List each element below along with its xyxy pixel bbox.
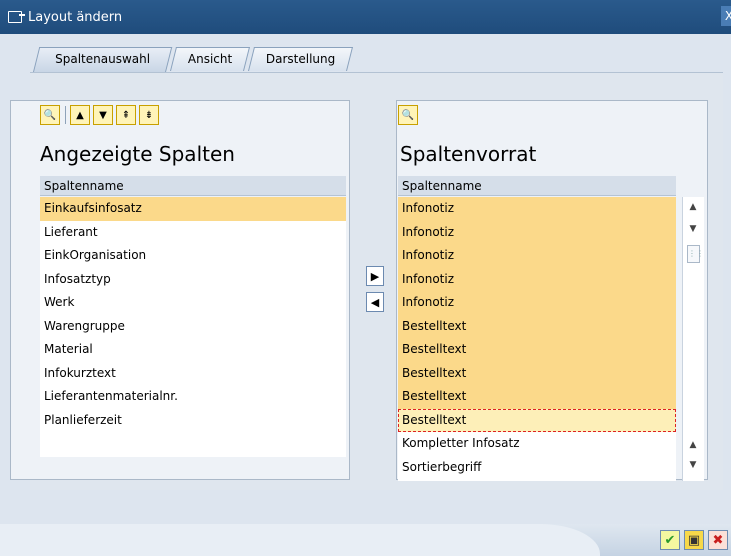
dialog-footer [0, 524, 731, 556]
column-set-list: Infonotiz Infonotiz Infonotiz Infonotiz Info… [398, 197, 676, 481]
list-item[interactable]: Infokurztext [40, 362, 346, 386]
scroll-down-icon[interactable]: ▼ [687, 223, 699, 235]
list-item[interactable]: Lieferantenmaterialnr. [40, 385, 346, 409]
left-column-header: Spaltenname [40, 176, 346, 196]
list-item[interactable]: Bestelltext [398, 408, 676, 432]
list-item[interactable]: Infosatztyp [40, 268, 346, 292]
window-titlebar: Layout ändern X [0, 0, 731, 34]
list-item[interactable]: Werk [40, 291, 346, 315]
save-icon[interactable]: ▣ [684, 530, 704, 550]
move-bottom-icon[interactable]: ⇟ [139, 105, 159, 125]
list-item[interactable]: EinkOrganisation [40, 244, 346, 268]
list-item[interactable]: Infonotiz [398, 197, 676, 221]
move-left-button[interactable]: ◀ [366, 292, 384, 312]
list-item[interactable]: Einkaufsinfosatz [40, 197, 346, 221]
list-item[interactable]: Lieferant [40, 221, 346, 245]
right-column-header: Spaltenname [398, 176, 676, 196]
right-toolbar: 🔍 [398, 104, 421, 126]
list-item[interactable]: Sortierbegriff [398, 456, 676, 480]
move-up-icon[interactable]: ▲ [70, 105, 90, 125]
displayed-columns-list: Einkaufsinfosatz Lieferant EinkOrganisatio… [40, 197, 346, 457]
close-button[interactable]: X [721, 6, 731, 26]
footer-wave [0, 524, 600, 556]
list-item[interactable]: Bestelltext [398, 314, 676, 338]
move-right-button[interactable]: ▶ [366, 266, 384, 286]
list-item[interactable]: Bestelltext [398, 385, 676, 409]
column-set-heading: Spaltenvorrat [400, 142, 537, 166]
scroll-up-icon[interactable]: ▲ [687, 201, 699, 213]
list-item[interactable]: Bestelltext [398, 338, 676, 362]
scroll-up-icon[interactable]: ▲ [687, 439, 699, 451]
confirm-icon[interactable]: ✔ [660, 530, 680, 550]
move-down-icon[interactable]: ▼ [93, 105, 113, 125]
list-item[interactable]: Material [40, 338, 346, 362]
scroll-down-icon[interactable]: ▼ [687, 459, 699, 471]
list-item[interactable]: Infonotiz [398, 267, 676, 291]
window-title: Layout ändern [28, 9, 123, 25]
tab-strip: Spaltenauswahl Ansicht Darstellung [32, 47, 355, 73]
list-item[interactable]: Infonotiz [398, 244, 676, 268]
tab-darstellung[interactable]: Darstellung [248, 47, 354, 71]
find-icon[interactable]: 🔍 [40, 105, 60, 125]
tab-spaltenauswahl[interactable]: Spaltenauswahl [32, 47, 173, 73]
list-item[interactable]: Infonotiz [398, 291, 676, 315]
list-item[interactable]: Warengruppe [40, 315, 346, 339]
displayed-columns-heading: Angezeigte Spalten [40, 142, 235, 166]
scrollbar-track[interactable]: ▲ ▼ [682, 267, 704, 481]
move-top-icon[interactable]: ⇞ [116, 105, 136, 125]
scrollbar-upper[interactable]: ▲ ▼ ⋮⋮ [682, 197, 704, 267]
left-toolbar: 🔍 ▲ ▼ ⇞ ⇟ [40, 104, 162, 126]
cancel-icon[interactable]: ✖ [708, 530, 728, 550]
toolbar-separator [65, 106, 66, 124]
list-item[interactable]: Bestelltext [398, 361, 676, 385]
list-item[interactable]: Infonotiz [398, 220, 676, 244]
scroll-thumb[interactable]: ⋮⋮ [687, 245, 704, 263]
window-icon [8, 11, 25, 23]
tab-ansicht[interactable]: Ansicht [169, 47, 251, 71]
list-item[interactable]: Planlieferzeit [40, 409, 346, 433]
list-item[interactable]: Kompletter Infosatz [398, 432, 676, 456]
find-icon[interactable]: 🔍 [398, 105, 418, 125]
